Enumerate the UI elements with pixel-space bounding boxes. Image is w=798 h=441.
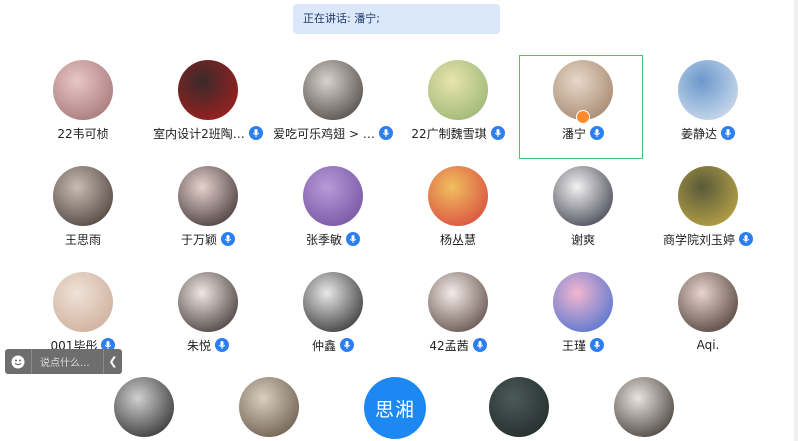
- participant-tile[interactable]: 王思雨: [20, 160, 146, 256]
- participant-name: 22广制魏雪琪: [411, 126, 487, 141]
- speaking-banner: 正在讲话: 潘宁;: [293, 4, 500, 34]
- avatar[interactable]: [428, 60, 488, 120]
- participant-name-row: 室内设计2班陶…: [145, 124, 271, 142]
- avatar[interactable]: [678, 60, 738, 120]
- participant-name: 王瑾: [561, 338, 586, 353]
- chat-input[interactable]: 说点什么...: [31, 349, 103, 374]
- avatar[interactable]: [553, 272, 613, 332]
- participant-tile[interactable]: 仲鑫: [270, 266, 396, 362]
- avatar[interactable]: [614, 377, 674, 437]
- participant-tile[interactable]: 42孟茜: [395, 266, 521, 362]
- microphone-icon[interactable]: [248, 126, 263, 140]
- avatar[interactable]: [178, 166, 238, 226]
- participant-name-row: 姜静达: [645, 124, 771, 142]
- avatar[interactable]: [239, 377, 299, 437]
- microphone-icon[interactable]: [215, 338, 229, 352]
- participant-name: 朱悦: [186, 338, 211, 353]
- participant-tile[interactable]: 于万颖: [145, 160, 271, 256]
- scrollbar[interactable]: [794, 0, 798, 441]
- participant-tile[interactable]: 朱悦: [145, 266, 271, 362]
- participant-name-row: 商学院刘玉婷: [645, 230, 771, 248]
- microphone-icon[interactable]: [739, 232, 753, 246]
- avatar[interactable]: [303, 166, 363, 226]
- participant-name: 仲鑫: [311, 338, 336, 353]
- avatar[interactable]: [428, 166, 488, 226]
- microphone-icon[interactable]: [340, 338, 354, 352]
- participant-name-row: 张季敏: [270, 230, 396, 248]
- participant-name-row: 谢爽: [520, 230, 646, 248]
- microphone-icon[interactable]: [472, 338, 487, 352]
- avatar[interactable]: [428, 272, 488, 332]
- avatar[interactable]: [303, 272, 363, 332]
- avatar[interactable]: [678, 272, 738, 332]
- avatar[interactable]: [114, 377, 174, 437]
- participant-name: 张季敏: [305, 232, 342, 247]
- participant-name-row: 王瑾: [520, 336, 646, 354]
- avatar[interactable]: [53, 166, 113, 226]
- active-speaker-highlight: [519, 55, 643, 159]
- participant-name: 爱吃可乐鸡翅 > …: [273, 126, 375, 141]
- chat-bar[interactable]: 说点什么... ❮: [5, 349, 122, 374]
- avatar[interactable]: [178, 272, 238, 332]
- avatar[interactable]: [678, 166, 738, 226]
- participant-tile[interactable]: 商学院刘玉婷: [645, 160, 771, 256]
- participant-name: 杨丛慧: [439, 232, 476, 247]
- participant-name: 姜静达: [680, 126, 717, 141]
- avatar[interactable]: [489, 377, 549, 437]
- participant-tile[interactable]: 张季敏: [270, 160, 396, 256]
- participant-name-row: 于万颖: [145, 230, 271, 248]
- participant-tile[interactable]: 001毕彤: [20, 266, 146, 362]
- participant-name: Aqi.: [696, 338, 720, 352]
- participant-name-row: Aqi.: [645, 336, 771, 354]
- participant-name-row: 爱吃可乐鸡翅 > …: [270, 124, 396, 142]
- text-avatar[interactable]: 思湘: [364, 377, 426, 439]
- chevron-left-icon[interactable]: ❮: [103, 349, 122, 374]
- participant-tile[interactable]: 室内设计2班陶…: [145, 54, 271, 150]
- participant-name: 22韦可桢: [57, 126, 109, 141]
- participant-name-row: 仲鑫: [270, 336, 396, 354]
- avatar[interactable]: [178, 60, 238, 120]
- participant-name: 室内设计2班陶…: [153, 126, 245, 141]
- participant-name-row: 杨丛慧: [395, 230, 521, 248]
- microphone-icon[interactable]: [378, 126, 393, 140]
- participant-name: 商学院刘玉婷: [662, 232, 735, 247]
- participant-tile[interactable]: 杨丛慧: [395, 160, 521, 256]
- avatar[interactable]: [53, 60, 113, 120]
- microphone-icon[interactable]: [590, 338, 604, 352]
- participant-name: 谢爽: [570, 232, 595, 247]
- microphone-icon[interactable]: [346, 232, 360, 246]
- participant-name-row: 朱悦: [145, 336, 271, 354]
- participant-tile[interactable]: 爱吃可乐鸡翅 > …: [270, 54, 396, 150]
- participant-name: 42孟茜: [429, 338, 469, 353]
- microphone-icon[interactable]: [721, 126, 735, 140]
- participant-name: 于万颖: [180, 232, 217, 247]
- participant-tile[interactable]: 姜静达: [645, 54, 771, 150]
- participant-tile[interactable]: 22韦可桢: [20, 54, 146, 150]
- participant-name-row: 王思雨: [20, 230, 146, 248]
- participant-tile[interactable]: Aqi.: [645, 266, 771, 362]
- participant-tile[interactable]: 王瑾: [520, 266, 646, 362]
- avatar[interactable]: [303, 60, 363, 120]
- participant-name-row: 22广制魏雪琪: [395, 124, 521, 142]
- avatar[interactable]: [553, 166, 613, 226]
- participant-name: 王思雨: [64, 232, 101, 247]
- participant-tile[interactable]: 谢爽: [520, 160, 646, 256]
- microphone-icon[interactable]: [490, 126, 505, 140]
- avatar[interactable]: [53, 272, 113, 332]
- participant-tile[interactable]: 22广制魏雪琪: [395, 54, 521, 150]
- smile-icon[interactable]: [11, 355, 25, 369]
- microphone-icon[interactable]: [221, 232, 235, 246]
- participant-name-row: 42孟茜: [395, 336, 521, 354]
- participant-name-row: 22韦可桢: [20, 124, 146, 142]
